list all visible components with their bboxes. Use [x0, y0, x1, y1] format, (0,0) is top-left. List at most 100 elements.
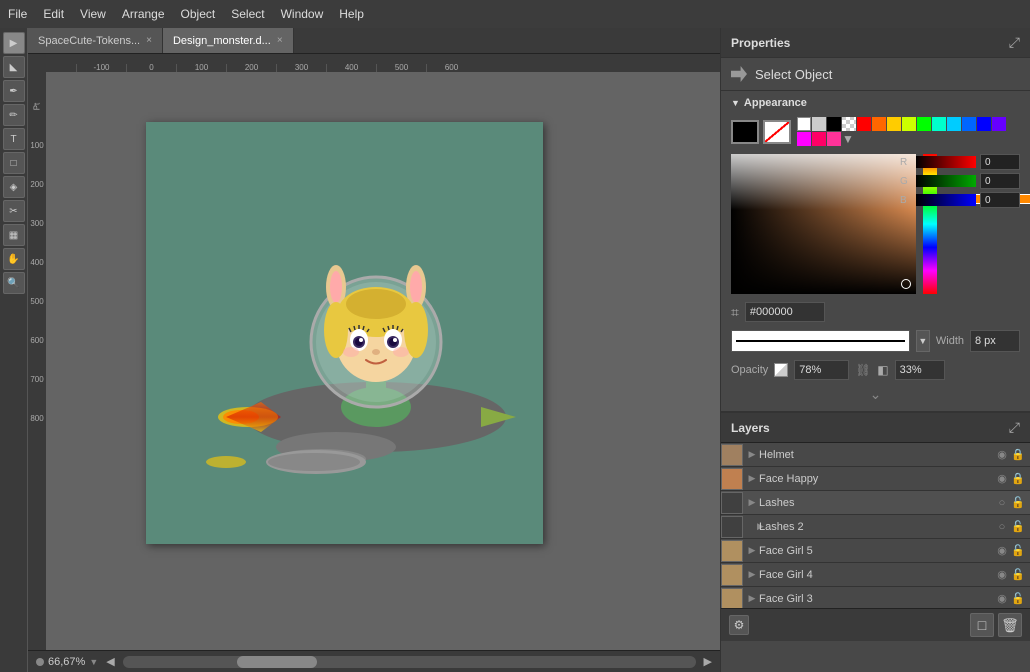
layers-settings-btn[interactable]: ⚙ — [729, 615, 749, 635]
color-selector-handle[interactable] — [901, 279, 911, 289]
swatch-purple[interactable] — [992, 117, 1006, 131]
layer-visibility-face-girl-5[interactable]: ◉ — [994, 543, 1010, 559]
tool-pen[interactable]: ✒ — [3, 80, 25, 102]
swatch-black[interactable] — [827, 117, 841, 131]
layer-name-face-happy: Face Happy — [759, 473, 994, 485]
hex-input[interactable] — [745, 302, 825, 322]
menu-object[interactable]: Object — [181, 7, 216, 21]
layers-delete-btn[interactable]: 🗑 — [998, 613, 1022, 637]
menu-arrange[interactable]: Arrange — [122, 7, 165, 21]
layer-item-helmet[interactable]: ▶ Helmet ◉ 🔒 — [721, 443, 1030, 467]
expand-appearance-btn[interactable]: ⌄ — [731, 384, 1020, 405]
menu-edit[interactable]: Edit — [43, 7, 64, 21]
layer-lock-face-happy[interactable]: 🔒 — [1010, 471, 1026, 487]
swatch-hot-pink[interactable] — [827, 132, 841, 146]
link-icon[interactable]: ⛓ — [855, 362, 871, 378]
menu-view[interactable]: View — [80, 7, 106, 21]
tool-eraser[interactable]: ◈ — [3, 176, 25, 198]
fill-box[interactable] — [731, 120, 759, 144]
swatch-blue[interactable] — [962, 117, 976, 131]
menu-window[interactable]: Window — [281, 7, 324, 21]
b-input[interactable] — [980, 192, 1020, 208]
stroke-box[interactable] — [763, 120, 791, 144]
tool-pencil[interactable]: ✏ — [3, 104, 25, 126]
layer-lock-face-girl-3[interactable]: 🔓 — [1010, 591, 1026, 607]
tab-spacecute[interactable]: SpaceCute-Tokens... × — [28, 28, 163, 53]
swatch-green[interactable] — [917, 117, 931, 131]
swatch-yellow-green[interactable] — [902, 117, 916, 131]
tab-design-monster[interactable]: Design_monster.d... × — [163, 28, 294, 53]
swatch-orange[interactable] — [872, 117, 886, 131]
swatch-yellow[interactable] — [887, 117, 901, 131]
menu-file[interactable]: File — [8, 7, 27, 21]
color-gradient-box[interactable] — [731, 154, 916, 294]
swatch-white[interactable] — [797, 117, 811, 131]
layer-lock-helmet[interactable]: 🔒 — [1010, 447, 1026, 463]
width-input[interactable] — [970, 330, 1020, 352]
swatch-red[interactable] — [857, 117, 871, 131]
menu-help[interactable]: Help — [339, 7, 364, 21]
layer-item-face-girl-5[interactable]: ▶ Face Girl 5 ◉ 🔓 — [721, 539, 1030, 563]
opacity2-input[interactable] — [895, 360, 945, 380]
panel-expand-icon[interactable]: ⤢ — [1009, 34, 1020, 51]
layer-item-lashes[interactable]: ▶ Lashes ○ 🔓 — [721, 491, 1030, 515]
swatch-teal[interactable] — [932, 117, 946, 131]
zoom-dropdown-arrow[interactable]: ▼ — [89, 657, 98, 667]
layer-arrow-face-happy[interactable]: ▶ — [745, 473, 759, 484]
tool-gradient[interactable]: ▦ — [3, 224, 25, 246]
layer-arrow-lashes2[interactable]: ▶ — [745, 521, 759, 532]
layer-visibility-face-girl-4[interactable]: ◉ — [994, 567, 1010, 583]
swatch-cyan[interactable] — [947, 117, 961, 131]
tool-scissors[interactable]: ✂ — [3, 200, 25, 222]
layer-arrow-helmet[interactable]: ▶ — [745, 449, 759, 460]
scroll-right-btn[interactable]: ▶ — [704, 655, 712, 668]
layer-arrow-face-girl-4[interactable]: ▶ — [745, 569, 759, 580]
tab-close-design-monster[interactable]: × — [277, 35, 283, 46]
menu-select[interactable]: Select — [231, 7, 264, 21]
swatch-magenta[interactable] — [797, 132, 811, 146]
layer-visibility-face-happy[interactable]: ◉ — [994, 471, 1010, 487]
r-input[interactable] — [980, 154, 1020, 170]
swatch-gray[interactable] — [812, 117, 826, 131]
horizontal-scrollbar[interactable] — [123, 656, 696, 668]
tool-hand[interactable]: ✋ — [3, 248, 25, 270]
swatches-more-icon[interactable]: ▼ — [842, 132, 854, 146]
layer-arrow-lashes[interactable]: ▶ — [745, 497, 759, 508]
opacity-mode-icon[interactable]: ◧ — [877, 363, 888, 377]
swatch-dark-blue[interactable] — [977, 117, 991, 131]
layer-item-face-happy[interactable]: ▶ Face Happy ◉ 🔒 — [721, 467, 1030, 491]
layer-item-face-girl-4[interactable]: ▶ Face Girl 4 ◉ 🔓 — [721, 563, 1030, 587]
swatch-checkerboard[interactable] — [842, 117, 856, 131]
tool-zoom[interactable]: 🔍 — [3, 272, 25, 294]
g-input[interactable] — [980, 173, 1020, 189]
layer-visibility-lashes2[interactable]: ○ — [994, 519, 1010, 535]
layer-lock-face-girl-5[interactable]: 🔓 — [1010, 543, 1026, 559]
layer-visibility-face-girl-3[interactable]: ◉ — [994, 591, 1010, 607]
layer-item-face-girl-3[interactable]: ▶ Face Girl 3 ◉ 🔓 — [721, 587, 1030, 608]
canvas-scroll[interactable] — [46, 72, 720, 628]
layers-new-layer-btn[interactable]: □ — [970, 613, 994, 637]
tool-select-arrow[interactable]: ▶ — [3, 32, 25, 54]
layer-lock-lashes[interactable]: 🔓 — [1010, 495, 1026, 511]
scrollbar-thumb[interactable] — [237, 656, 317, 668]
swatch-pink[interactable] — [812, 132, 826, 146]
tool-direct-select[interactable]: ◣ — [3, 56, 25, 78]
eyedropper-icon[interactable]: ⌗ — [731, 304, 739, 321]
tool-shape[interactable]: □ — [3, 152, 25, 174]
layers-list[interactable]: ▶ Helmet ◉ 🔒 ▶ Face Happy ◉ 🔒 ▶ — [721, 443, 1030, 608]
layer-arrow-face-girl-3[interactable]: ▶ — [745, 593, 759, 604]
scroll-left-btn[interactable]: ◀ — [106, 655, 114, 668]
stroke-preview[interactable] — [731, 330, 910, 352]
layer-lock-face-girl-4[interactable]: 🔓 — [1010, 567, 1026, 583]
opacity-input[interactable] — [794, 360, 849, 380]
layer-lock-lashes2[interactable]: 🔓 — [1010, 519, 1026, 535]
layer-visibility-helmet[interactable]: ◉ — [994, 447, 1010, 463]
layer-item-lashes2[interactable]: ▶ Lashes 2 ○ 🔓 — [721, 515, 1030, 539]
stroke-dropdown-btn[interactable]: ▼ — [916, 330, 930, 352]
layer-visibility-lashes[interactable]: ○ — [994, 495, 1010, 511]
layers-expand-icon[interactable]: ⤢ — [1009, 419, 1020, 436]
appearance-title[interactable]: ▼ Appearance — [731, 97, 1020, 109]
layer-arrow-face-girl-5[interactable]: ▶ — [745, 545, 759, 556]
tab-close-spacecute[interactable]: × — [146, 35, 152, 46]
tool-type[interactable]: T — [3, 128, 25, 150]
